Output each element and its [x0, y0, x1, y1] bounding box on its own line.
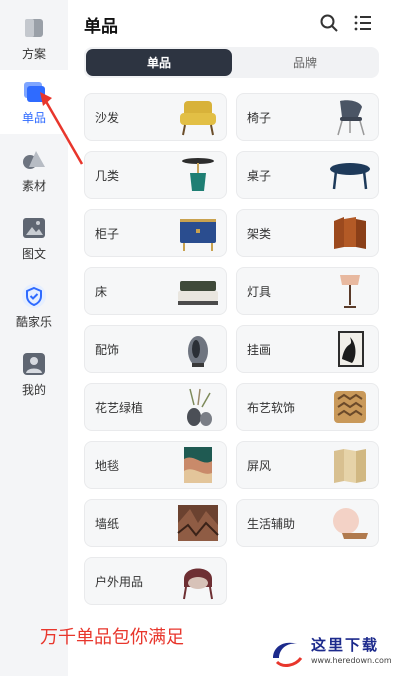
- category-card-lamp[interactable]: 灯具: [236, 267, 379, 315]
- category-label: 沙发: [95, 111, 120, 125]
- watermark-url: www.heredown.com: [311, 656, 392, 665]
- category-label: 几类: [95, 169, 120, 183]
- category-card-rack[interactable]: 架类: [236, 209, 379, 257]
- nav-item-scheme[interactable]: 方案: [0, 6, 68, 70]
- category-card-screen[interactable]: 屏风: [236, 441, 379, 489]
- category-card-textiles[interactable]: 布艺软饰: [236, 383, 379, 431]
- category-label: 柜子: [95, 227, 120, 241]
- category-card-living-aids[interactable]: 生活辅助: [236, 499, 379, 547]
- watermark-text: 这里下载: [311, 636, 380, 654]
- nav-label: 素材: [21, 178, 46, 193]
- category-card-sofa[interactable]: 沙发: [84, 93, 227, 141]
- plants-thumbnail: [187, 388, 212, 426]
- category-label: 墙纸: [95, 517, 120, 531]
- image-icon: [21, 215, 47, 241]
- watermark: 这里下载 www.heredown.com: [267, 632, 397, 672]
- nav-label: 方案: [21, 46, 46, 61]
- category-label: 生活辅助: [247, 517, 296, 531]
- segment-tabs: 单品 品牌: [84, 47, 379, 78]
- nav-label: 酷家乐: [15, 314, 52, 329]
- category-card-cabinet[interactable]: 柜子: [84, 209, 227, 257]
- category-card-plants[interactable]: 花艺绿植: [84, 383, 227, 431]
- rug-thumbnail: [184, 447, 212, 483]
- category-card-decor[interactable]: 配饰: [84, 325, 227, 373]
- category-card-outdoor[interactable]: 户外用品: [84, 557, 227, 605]
- list-icon[interactable]: [352, 12, 374, 34]
- category-label: 配饰: [95, 343, 120, 357]
- category-card-chair[interactable]: 椅子: [236, 93, 379, 141]
- outdoor-chair-thumbnail: [183, 568, 213, 600]
- category-label: 挂画: [247, 343, 272, 357]
- decor-thumbnail: [188, 336, 208, 367]
- category-card-wallpaper[interactable]: 墙纸: [84, 499, 227, 547]
- category-label: 布艺软饰: [247, 401, 296, 415]
- category-label: 桌子: [247, 169, 272, 183]
- nav-label: 我的: [21, 382, 46, 397]
- category-label: 架类: [247, 227, 272, 241]
- bed-thumbnail: [178, 281, 218, 305]
- side-table-thumbnail: [182, 158, 214, 191]
- category-label: 地毯: [95, 459, 120, 473]
- user-icon: [21, 351, 47, 377]
- category-card-table[interactable]: 桌子: [236, 151, 379, 199]
- nav-item-mine[interactable]: 我的: [0, 342, 68, 406]
- tab-brands[interactable]: 品牌: [232, 49, 378, 76]
- rack-thumbnail: [334, 217, 366, 249]
- living-aids-thumbnail: [333, 508, 368, 539]
- category-card-bed[interactable]: 床: [84, 267, 227, 315]
- annotation-arrow: [40, 92, 84, 165]
- category-card-painting[interactable]: 挂画: [236, 325, 379, 373]
- page-title: 单品: [84, 17, 118, 37]
- chair-thumbnail: [337, 100, 365, 136]
- category-card-rug[interactable]: 地毯: [84, 441, 227, 489]
- watermark-logo-icon: [273, 642, 303, 667]
- category-card-side-table[interactable]: 几类: [84, 151, 227, 199]
- wallpaper-thumbnail: [177, 505, 219, 541]
- shield-logo-icon: [21, 283, 47, 309]
- category-label: 椅子: [247, 111, 272, 125]
- nav-label: 图文: [21, 246, 46, 261]
- nav-item-articles[interactable]: 图文: [0, 206, 68, 270]
- lamp-thumbnail: [340, 275, 360, 308]
- nav-item-kujiale[interactable]: 酷家乐: [0, 274, 68, 338]
- painting-thumbnail: [338, 331, 364, 367]
- pillow-thumbnail: [334, 391, 366, 423]
- promo-text: 万千单品包你满足: [40, 627, 184, 648]
- category-label: 花艺绿植: [95, 401, 144, 415]
- sofa-thumbnail: [180, 101, 216, 136]
- category-label: 灯具: [247, 285, 272, 299]
- cube-icon: [21, 15, 47, 41]
- cabinet-thumbnail: [180, 219, 216, 251]
- table-thumbnail: [330, 163, 370, 190]
- category-label: 床: [95, 285, 108, 299]
- search-icon[interactable]: [318, 12, 340, 34]
- tab-products[interactable]: 单品: [86, 49, 232, 76]
- category-label: 户外用品: [95, 575, 144, 589]
- screen-thumbnail: [334, 449, 366, 483]
- category-label: 屏风: [247, 459, 272, 473]
